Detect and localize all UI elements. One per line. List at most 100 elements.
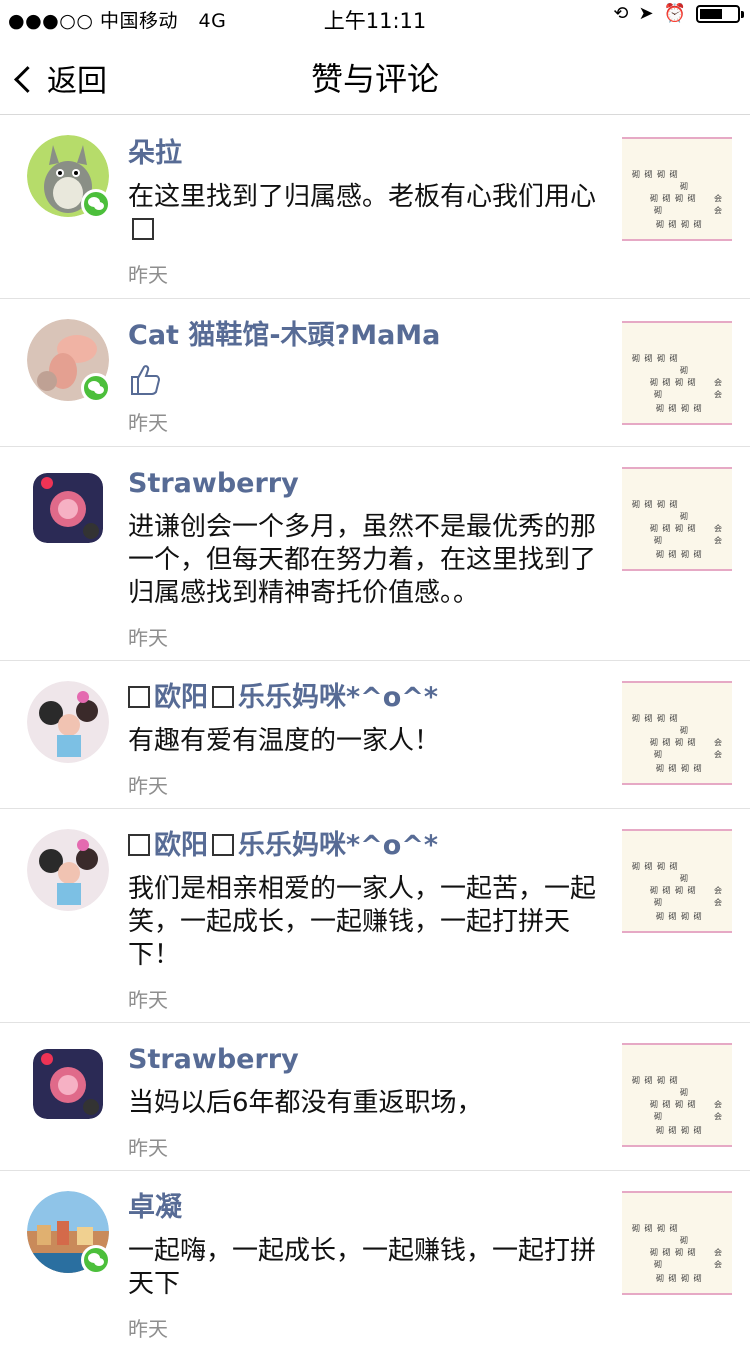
thumbnail-text: 会 [714, 390, 723, 399]
rotation-lock-icon: ⟲ [613, 3, 629, 24]
list-item[interactable]: Strawberry 当妈以后6年都没有重返职场， 昨天 砌 砌 砌 砌砌砌 砌… [0, 1023, 750, 1171]
thumbnail-text: 会 [714, 1248, 723, 1257]
thumbnail-text: 砌 [680, 182, 689, 191]
post-thumbnail[interactable]: 砌 砌 砌 砌砌砌 砌 砌 砌砌砌 砌 砌 砌会会 [622, 321, 732, 425]
thumbnail-text: 会 [714, 206, 723, 215]
comment-content: 朵拉 在这里找到了归属感。老板有心我们用心 昨天 [128, 137, 603, 288]
timestamp: 昨天 [128, 774, 168, 798]
thumbnail-text: 砌 砌 砌 砌 [632, 170, 679, 179]
missing-glyph-box [128, 686, 150, 708]
thumbnail-text: 砌 砌 砌 砌 [632, 714, 679, 723]
thumbnail-text: 会 [714, 750, 723, 759]
post-thumbnail[interactable]: 砌 砌 砌 砌砌砌 砌 砌 砌砌砌 砌 砌 砌会会 [622, 137, 732, 241]
avatar-image [33, 473, 103, 543]
wechat-icon [81, 1245, 111, 1275]
thumbnail-text: 砌 [654, 1112, 663, 1121]
thumbnail-text: 会 [714, 1112, 723, 1121]
thumbnail-text: 砌 砌 砌 砌 [656, 1274, 703, 1283]
list-item[interactable]: 朵拉 在这里找到了归属感。老板有心我们用心 昨天 砌 砌 砌 砌砌砌 砌 砌 砌… [0, 115, 750, 299]
thumbnail-text: 砌 砌 砌 砌 [632, 354, 679, 363]
thumbnail-text: 会 [714, 194, 723, 203]
comment-text: 进谦创会一个多月，虽然不是最优秀的那一个，但每天都在努力着，在这里找到了归属感找… [128, 512, 597, 608]
missing-glyph-box [128, 834, 150, 856]
thumbnail-text: 砌 砌 砌 砌 [656, 220, 703, 229]
thumbnail-text: 砌 [654, 1260, 663, 1269]
comment-text: 在这里找到了归属感。老板有心我们用心 [128, 181, 603, 247]
avatar [27, 681, 109, 763]
comment-content: Strawberry 当妈以后6年都没有重返职场， 昨天 [128, 1043, 603, 1161]
comment-content: 欧阳 乐乐妈咪*^o^* 有趣有爱有温度的一家人！ 昨天 [128, 681, 603, 799]
thumbnail-text: 砌 砌 砌 砌 [650, 886, 697, 895]
thumbnail-text: 砌 砌 砌 砌 [650, 1248, 697, 1257]
thumbnail-text: 砌 砌 砌 砌 [632, 1076, 679, 1085]
page-title: 赞与评论 [310, 60, 439, 98]
battery-icon [696, 5, 744, 23]
user-name[interactable]: Strawberry [128, 467, 603, 501]
list-item[interactable]: Cat 猫鞋馆-木頭?MaMa 昨天 砌 砌 砌 砌砌砌 砌 砌 砌砌砌 砌 砌… [0, 299, 750, 447]
thumbnail-text: 砌 [654, 898, 663, 907]
list-item[interactable]: 欧阳 乐乐妈咪*^o^* 我们是相亲相爱的一家人，一起苦，一起笑，一起成长，一起赚… [0, 809, 750, 1023]
thumbs-up-icon [131, 365, 161, 395]
comment-content: Strawberry 进谦创会一个多月，虽然不是最优秀的那一个，但每天都在努力着… [128, 467, 603, 651]
thumbnail-text: 砌 砌 砌 砌 [656, 404, 703, 413]
user-name[interactable]: 欧阳 乐乐妈咪*^o^* [128, 829, 603, 863]
thumbnail-text: 会 [714, 886, 723, 895]
timestamp: 昨天 [128, 1136, 168, 1160]
post-thumbnail[interactable]: 砌 砌 砌 砌砌砌 砌 砌 砌砌砌 砌 砌 砌会会 [622, 829, 732, 933]
thumbnail-text: 砌 砌 砌 砌 [632, 500, 679, 509]
thumbnail-text: 砌 砌 砌 砌 [656, 550, 703, 559]
user-name[interactable]: 欧阳 乐乐妈咪*^o^* [128, 681, 603, 715]
thumbnail-text: 砌 砌 砌 砌 [656, 764, 703, 773]
thumbnail-text: 会 [714, 1100, 723, 1109]
thumbnail-text: 砌 砌 砌 砌 [632, 862, 679, 871]
avatar-image [33, 1049, 103, 1119]
user-name[interactable]: Strawberry [128, 1043, 603, 1077]
missing-glyph-box [212, 834, 234, 856]
thumbnail-text: 砌 [680, 512, 689, 521]
post-thumbnail[interactable]: 砌 砌 砌 砌砌砌 砌 砌 砌砌砌 砌 砌 砌会会 [622, 681, 732, 785]
list-item[interactable]: 欧阳 乐乐妈咪*^o^* 有趣有爱有温度的一家人！ 昨天 砌 砌 砌 砌砌砌 砌 … [0, 661, 750, 809]
thumbnail-text: 会 [714, 378, 723, 387]
avatar [27, 1043, 109, 1125]
timestamp: 昨天 [128, 411, 168, 435]
wechat-icon [81, 189, 111, 219]
timestamp: 昨天 [128, 1317, 168, 1341]
avatar-image [27, 681, 109, 763]
thumbnail-text: 砌 砌 砌 砌 [650, 524, 697, 533]
avatar [27, 135, 111, 219]
navigation-bar: 返回 赞与评论 [0, 36, 750, 115]
user-name[interactable]: 卓凝 [128, 1191, 603, 1225]
thumbnail-text: 砌 [680, 1088, 689, 1097]
avatar-image [27, 829, 109, 911]
comment-text: 当妈以后6年都没有重返职场， [128, 1088, 483, 1118]
location-arrow-icon: ➤ [638, 3, 654, 24]
list-item[interactable]: 卓凝 一起嗨，一起成长，一起赚钱，一起打拼天下 昨天 砌 砌 砌 砌砌砌 砌 砌… [0, 1171, 750, 1351]
post-thumbnail[interactable]: 砌 砌 砌 砌砌砌 砌 砌 砌砌砌 砌 砌 砌会会 [622, 1043, 732, 1147]
comment-text: 一起嗨，一起成长，一起赚钱，一起打拼天下 [128, 1236, 597, 1299]
thumbnail-text: 砌 砌 砌 砌 [632, 1224, 679, 1233]
thumbnail-text: 砌 [654, 750, 663, 759]
avatar [27, 1191, 111, 1275]
thumbnail-text: 砌 砌 砌 砌 [656, 912, 703, 921]
post-thumbnail[interactable]: 砌 砌 砌 砌砌砌 砌 砌 砌砌砌 砌 砌 砌会会 [622, 1191, 732, 1295]
user-name[interactable]: Cat 猫鞋馆-木頭?MaMa [128, 319, 603, 353]
list-item[interactable]: Strawberry 进谦创会一个多月，虽然不是最优秀的那一个，但每天都在努力着… [0, 447, 750, 661]
thumbnail-text: 会 [714, 898, 723, 907]
thumbnail-text: 砌 砌 砌 砌 [650, 378, 697, 387]
thumbnail-text: 会 [714, 1260, 723, 1269]
thumbnail-text: 砌 [680, 726, 689, 735]
post-thumbnail[interactable]: 砌 砌 砌 砌砌砌 砌 砌 砌砌砌 砌 砌 砌会会 [622, 467, 732, 571]
alarm-clock-icon: ⏰ [663, 3, 686, 24]
thumbnail-text: 砌 砌 砌 砌 [656, 1126, 703, 1135]
comment-content: 卓凝 一起嗨，一起成长，一起赚钱，一起打拼天下 昨天 [128, 1191, 603, 1342]
timestamp: 昨天 [128, 988, 168, 1012]
notification-list: 朵拉 在这里找到了归属感。老板有心我们用心 昨天 砌 砌 砌 砌砌砌 砌 砌 砌… [0, 115, 750, 1351]
wechat-icon [81, 373, 111, 403]
comment-text: 我们是相亲相爱的一家人，一起苦，一起笑，一起成长，一起赚钱，一起打拼天下！ [128, 874, 597, 970]
missing-glyph-box [212, 686, 234, 708]
thumbnail-text: 砌 [654, 206, 663, 215]
comment-content: Cat 猫鞋馆-木頭?MaMa 昨天 [128, 319, 603, 436]
missing-glyph-box [132, 218, 154, 240]
user-name[interactable]: 朵拉 [128, 137, 603, 171]
thumbnail-text: 砌 [680, 366, 689, 375]
